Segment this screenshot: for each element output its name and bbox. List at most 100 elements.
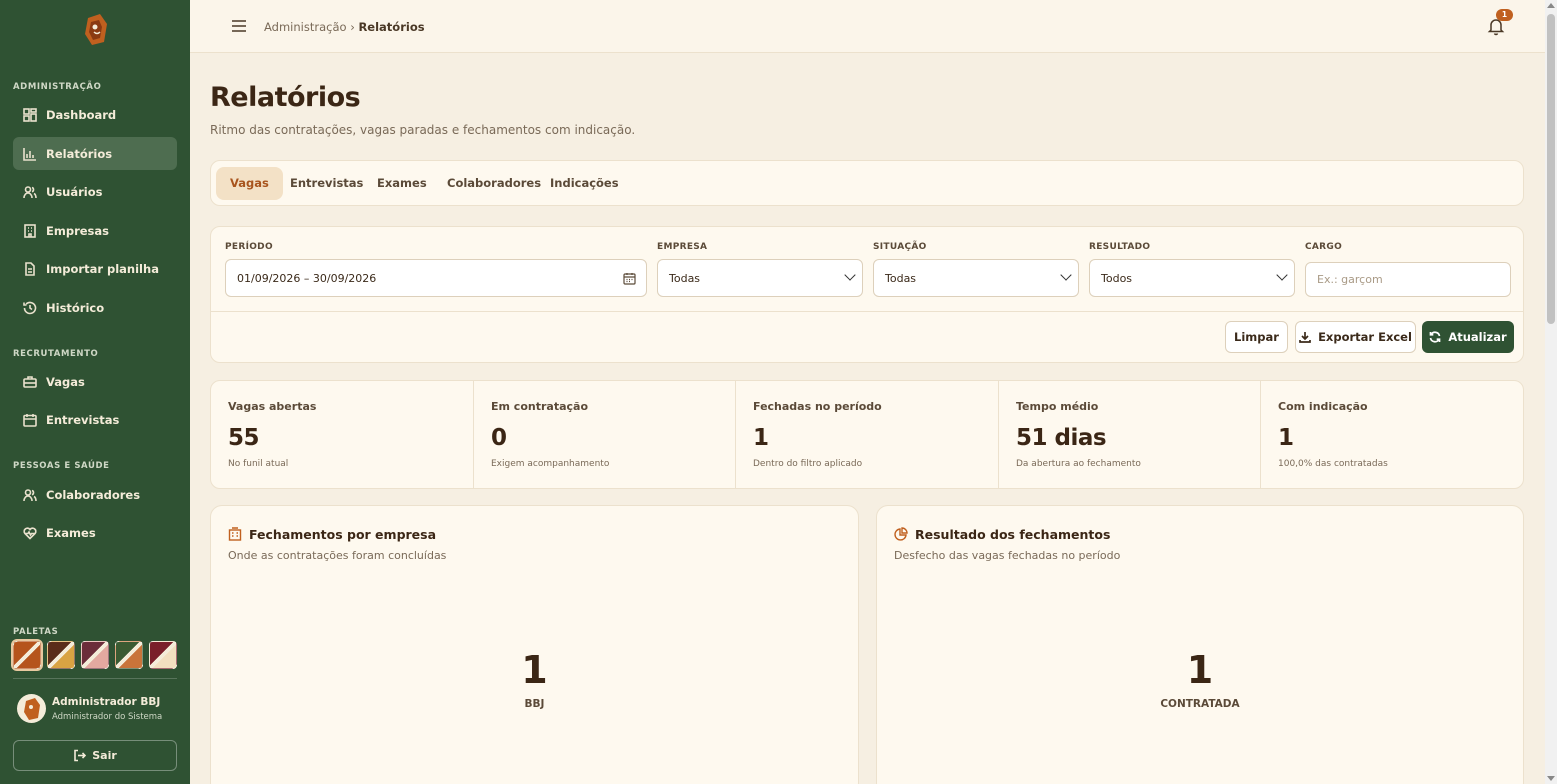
periodo-value: 01/09/2026 – 30/09/2026 — [237, 271, 377, 285]
resultado-value: Todos — [1101, 271, 1133, 285]
palette-swatch-2[interactable] — [47, 641, 75, 669]
situacao-label: SITUAÇÃO — [873, 242, 927, 252]
tab-exames[interactable]: Exames — [363, 167, 441, 200]
sidebar-item-relatorios[interactable]: Relatórios — [13, 137, 177, 170]
refresh-button[interactable]: Atualizar — [1422, 321, 1514, 353]
stat-value: 1 — [753, 425, 769, 451]
cargo-label: CARGO — [1305, 242, 1343, 252]
logout-button[interactable]: Sair — [13, 740, 177, 771]
calendar-icon — [23, 413, 37, 427]
card-subtitle: Onde as contratações foram concluídas — [228, 549, 447, 562]
logout-label: Sair — [92, 749, 117, 762]
sidebar-item-empresas[interactable]: Empresas — [13, 214, 177, 247]
palette-picker — [11, 639, 177, 671]
building-icon — [228, 527, 242, 541]
sidebar-item-usuarios[interactable]: Usuários — [13, 175, 177, 208]
bar-chart-icon — [23, 147, 36, 161]
sidebar-item-label: Importar planilha — [46, 261, 159, 276]
tab-indicacoes[interactable]: Indicações — [536, 167, 633, 200]
report-tabs: Vagas Entrevistas Exames Colaboradores I… — [210, 160, 1524, 206]
palette-swatch-4[interactable] — [115, 641, 143, 669]
resultado-select[interactable]: Todos — [1089, 259, 1295, 297]
sidebar-item-label: Empresas — [46, 223, 109, 238]
sidebar-item-label: Vagas — [46, 374, 85, 389]
users-icon — [23, 185, 37, 198]
situacao-select[interactable]: Todas — [873, 259, 1079, 297]
sidebar-item-label: Dashboard — [46, 107, 117, 122]
file-icon — [25, 261, 35, 276]
page-title: Relatórios — [210, 82, 361, 113]
sidebar-item-historico[interactable]: Histórico — [13, 291, 177, 324]
sidebar: ADMINISTRAÇÃO Dashboard Relatórios Usuár… — [0, 0, 190, 784]
stat-value: 51 dias — [1016, 425, 1107, 451]
logout-icon — [74, 749, 87, 762]
section-title-recrutamento: RECRUTAMENTO — [13, 349, 99, 359]
menu-icon[interactable] — [230, 17, 248, 35]
sidebar-item-importar[interactable]: Importar planilha — [13, 252, 177, 285]
palette-swatch-3[interactable] — [81, 641, 109, 669]
filters-divider — [211, 311, 1523, 312]
page-scrollbar[interactable] — [1545, 0, 1557, 784]
avatar[interactable] — [17, 694, 46, 723]
breadcrumb-current: Relatórios — [358, 20, 425, 34]
scroll-up-icon[interactable] — [1547, 3, 1555, 8]
palette-swatch-5[interactable] — [149, 641, 177, 669]
sidebar-item-label: Exames — [46, 525, 96, 540]
brand-logo[interactable] — [80, 12, 112, 48]
heart-pulse-icon — [23, 526, 37, 540]
sidebar-item-label: Histórico — [46, 300, 105, 315]
stat-tempo-medio: Tempo médio 51 dias Da abertura ao fecha… — [999, 381, 1261, 488]
history-icon — [23, 301, 37, 314]
building-icon — [24, 223, 36, 238]
stat-value: 0 — [491, 425, 507, 451]
periodo-input[interactable]: 01/09/2026 – 30/09/2026 — [225, 259, 647, 297]
periodo-label: PERÍODO — [225, 242, 273, 252]
stat-label: Vagas abertas — [228, 400, 317, 413]
briefcase-icon — [23, 375, 37, 388]
stat-note: 100,0% das contratadas — [1278, 459, 1388, 469]
clear-button[interactable]: Limpar — [1225, 321, 1288, 353]
stat-value: 1 — [1278, 425, 1294, 451]
stat-note: Exigem acompanhamento — [491, 459, 610, 469]
stat-label: Em contratação — [491, 400, 589, 413]
tab-vagas[interactable]: Vagas — [216, 167, 283, 200]
sidebar-item-vagas[interactable]: Vagas — [13, 365, 177, 398]
stat-note: Dentro do filtro aplicado — [753, 459, 863, 469]
notification-badge: 1 — [1496, 9, 1513, 21]
download-icon — [1299, 332, 1311, 343]
stat-em-contratacao: Em contratação 0 Exigem acompanhamento — [474, 381, 736, 488]
user-name: Administrador BBJ — [52, 696, 161, 708]
card-subtitle: Desfecho das vagas fechadas no período — [894, 549, 1121, 562]
card-value-label: CONTRATADA — [1160, 698, 1240, 710]
stat-vagas-abertas: Vagas abertas 55 No funil atual — [211, 381, 474, 488]
empresa-value: Todas — [669, 271, 701, 285]
pie-chart-icon — [894, 527, 908, 541]
export-excel-button[interactable]: Exportar Excel — [1295, 321, 1416, 353]
card-resultado-fechamentos: Resultado dos fechamentos Desfecho das v… — [876, 505, 1524, 784]
scroll-thumb[interactable] — [1547, 14, 1555, 324]
sidebar-item-entrevistas[interactable]: Entrevistas — [13, 403, 177, 436]
sidebar-item-colaboradores[interactable]: Colaboradores — [13, 478, 177, 511]
palette-swatch-1[interactable] — [11, 639, 43, 671]
stat-label: Tempo médio — [1016, 400, 1099, 413]
empresa-label: EMPRESA — [657, 242, 708, 252]
sidebar-item-exames[interactable]: Exames — [13, 516, 177, 549]
stat-value: 55 — [228, 425, 260, 451]
sidebar-item-label: Colaboradores — [46, 487, 141, 502]
sidebar-item-dashboard[interactable]: Dashboard — [13, 98, 177, 131]
empresa-select[interactable]: Todas — [657, 259, 863, 297]
breadcrumb-parent[interactable]: Administração — [264, 20, 347, 34]
situacao-value: Todas — [885, 271, 917, 285]
stats-panel: Vagas abertas 55 No funil atual Em contr… — [210, 380, 1524, 489]
clear-label: Limpar — [1234, 330, 1279, 344]
card-value: 1 — [521, 648, 548, 692]
calendar-icon[interactable] — [623, 272, 636, 285]
chevron-down-icon — [1276, 269, 1288, 281]
cargo-input[interactable]: Ex.: garçom — [1305, 262, 1511, 297]
card-fechamentos-empresa: Fechamentos por empresa Onde as contrata… — [210, 505, 859, 784]
scroll-down-icon[interactable] — [1547, 776, 1555, 781]
sidebar-item-label: Relatórios — [46, 146, 113, 161]
page-subtitle: Ritmo das contratações, vagas paradas e … — [210, 123, 636, 137]
breadcrumb: Administração › Relatórios — [264, 20, 425, 34]
section-title-pessoas: PESSOAS E SAÚDE — [13, 461, 110, 471]
